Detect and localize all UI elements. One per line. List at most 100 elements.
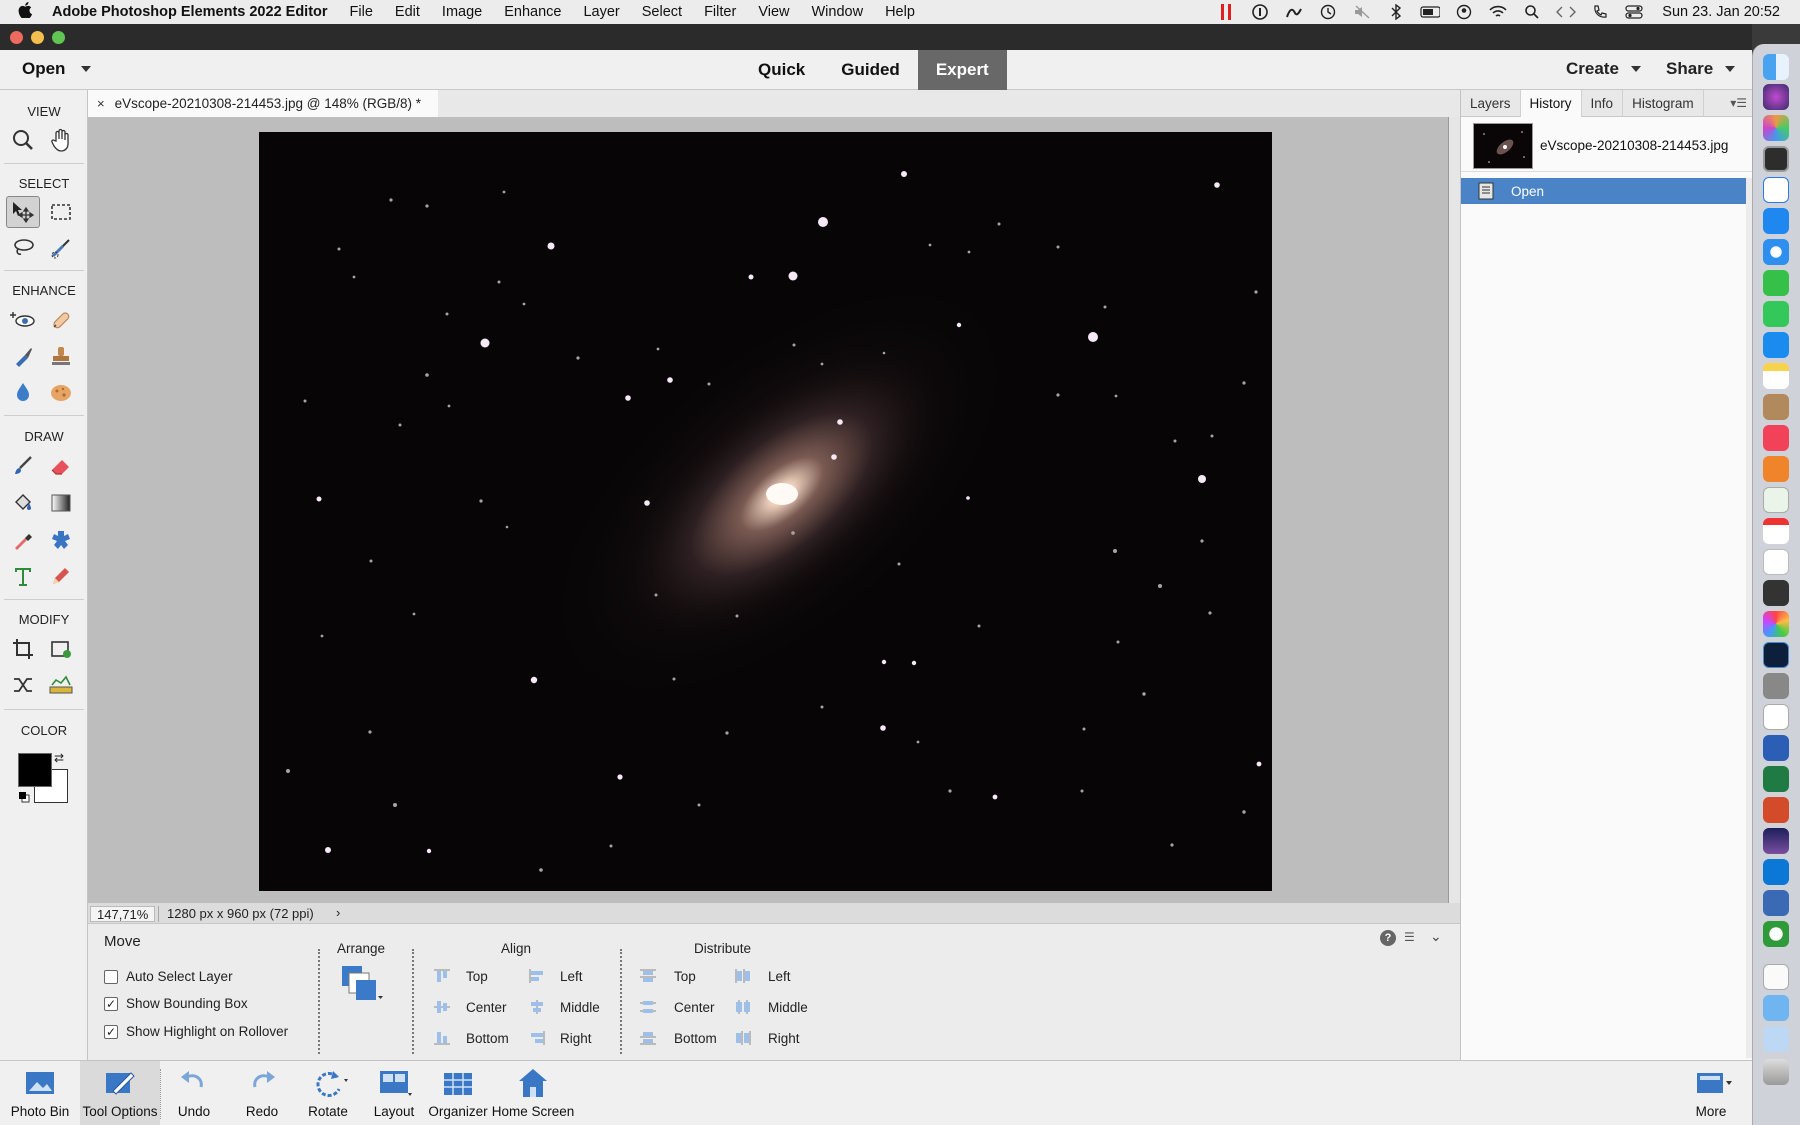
distribute-right-label[interactable]: Right xyxy=(768,1031,800,1046)
redo-button[interactable]: Redo xyxy=(232,1061,292,1125)
history-snapshot[interactable]: eVscope-20210308-214453.jpg xyxy=(1461,120,1753,172)
align-middle-label[interactable]: Middle xyxy=(560,1000,600,1015)
creative-cloud-icon[interactable] xyxy=(1284,5,1304,19)
align-bottom-icon[interactable] xyxy=(433,1030,451,1046)
align-right-label[interactable]: Right xyxy=(560,1031,592,1046)
lasso-tool-icon[interactable] xyxy=(6,232,40,264)
marquee-tool-icon[interactable] xyxy=(44,196,78,228)
crop-tool-icon[interactable] xyxy=(6,633,40,665)
messages-icon[interactable] xyxy=(1763,301,1789,327)
clone-stamp-icon[interactable] xyxy=(44,340,78,372)
align-center-icon[interactable] xyxy=(433,999,451,1015)
documents-folder-icon[interactable] xyxy=(1763,1026,1789,1052)
distribute-bottom-label[interactable]: Bottom xyxy=(674,1031,717,1046)
excel-icon[interactable] xyxy=(1763,766,1789,792)
align-top-label[interactable]: Top xyxy=(466,969,488,984)
user-icon[interactable] xyxy=(1454,4,1474,20)
wifi-icon[interactable] xyxy=(1488,5,1508,19)
galaxy-photo[interactable] xyxy=(259,132,1272,891)
menu-select[interactable]: Select xyxy=(642,4,682,20)
chevron-right-icon[interactable]: › xyxy=(336,905,340,920)
canvas-vertical-scrollbar[interactable] xyxy=(1448,117,1460,903)
auto-select-layer-checkbox[interactable] xyxy=(104,970,118,984)
apple-menu-icon[interactable] xyxy=(18,1,44,23)
phone-icon[interactable] xyxy=(1590,5,1610,19)
menu-view[interactable]: View xyxy=(758,4,789,20)
tab-history[interactable]: History xyxy=(1520,90,1582,117)
books-icon[interactable] xyxy=(1763,456,1789,482)
password-manager-icon[interactable] xyxy=(1250,4,1270,20)
app-name[interactable]: Adobe Photoshop Elements 2022 Editor xyxy=(52,4,328,20)
app-store-icon[interactable] xyxy=(1763,208,1789,234)
tab-histogram[interactable]: Histogram xyxy=(1623,90,1704,117)
panel-menu-icon[interactable]: ▾☰ xyxy=(1730,96,1747,110)
battery-icon[interactable] xyxy=(1420,5,1441,19)
finder-icon[interactable] xyxy=(1763,54,1789,80)
align-center-label[interactable]: Center xyxy=(466,1000,507,1015)
straighten-tool-icon[interactable] xyxy=(44,669,78,701)
menu-layer[interactable]: Layer xyxy=(583,4,619,20)
mail-icon[interactable] xyxy=(1763,332,1789,358)
close-document-icon[interactable]: × xyxy=(97,96,105,111)
blur-tool-icon[interactable] xyxy=(6,376,40,408)
document-stack-icon[interactable] xyxy=(1763,964,1789,990)
align-bottom-label[interactable]: Bottom xyxy=(466,1031,509,1046)
calculator-icon[interactable] xyxy=(1763,673,1789,699)
distribute-middle-label[interactable]: Middle xyxy=(768,1000,808,1015)
tool-options-button[interactable]: Tool Options xyxy=(80,1061,160,1125)
help-icon[interactable]: ? xyxy=(1380,930,1396,946)
foreground-color-swatch[interactable] xyxy=(18,753,52,787)
swap-colors-icon[interactable]: ⇄ xyxy=(54,751,64,765)
maps-icon[interactable] xyxy=(1763,487,1789,513)
close-window-icon[interactable] xyxy=(10,30,23,44)
brush-tool-icon[interactable] xyxy=(6,450,40,482)
menu-image[interactable]: Image xyxy=(442,4,482,20)
gradient-tool-icon[interactable] xyxy=(44,487,78,519)
more-button[interactable]: More xyxy=(1684,1061,1738,1125)
quick-selection-tool-icon[interactable] xyxy=(44,232,78,264)
refresh-app-icon[interactable] xyxy=(1763,921,1789,947)
align-left-label[interactable]: Left xyxy=(560,969,583,984)
zoom-tool-icon[interactable] xyxy=(6,124,40,156)
distribute-top-icon[interactable] xyxy=(639,968,657,984)
menu-file[interactable]: File xyxy=(350,4,373,20)
safari-icon[interactable] xyxy=(1763,239,1789,265)
align-top-icon[interactable] xyxy=(433,968,451,984)
menu-enhance[interactable]: Enhance xyxy=(504,4,561,20)
photo-bin-button[interactable]: Photo Bin xyxy=(0,1061,80,1125)
photos-icon[interactable] xyxy=(1763,611,1789,637)
collapse-chevron-icon[interactable]: ⌄ xyxy=(1430,928,1442,945)
red-eye-tool-icon[interactable] xyxy=(6,304,40,336)
spotlight-icon[interactable] xyxy=(1522,5,1542,19)
recompose-tool-icon[interactable] xyxy=(44,633,78,665)
rotate-button[interactable]: Rotate xyxy=(298,1061,358,1125)
menu-filter[interactable]: Filter xyxy=(704,4,736,20)
reminders-icon[interactable] xyxy=(1763,549,1789,575)
1password-icon[interactable] xyxy=(1763,177,1789,203)
type-tool-icon[interactable] xyxy=(6,560,40,592)
pencil-tool-icon[interactable] xyxy=(44,560,78,592)
tab-guided[interactable]: Guided xyxy=(823,50,918,90)
move-tool-icon[interactable] xyxy=(6,196,40,228)
mission-control-icon[interactable] xyxy=(1763,146,1789,172)
textedit-icon[interactable] xyxy=(1763,704,1789,730)
mute-icon[interactable] xyxy=(1352,5,1372,19)
photo-booth-icon[interactable] xyxy=(1763,580,1789,606)
align-middle-icon[interactable] xyxy=(528,999,546,1015)
default-colors-icon[interactable] xyxy=(18,790,30,803)
sponge-tool-icon[interactable] xyxy=(44,376,78,408)
distribute-middle-icon[interactable] xyxy=(734,999,752,1015)
show-bounding-box-checkbox[interactable]: ✓ xyxy=(104,997,118,1011)
layout-button[interactable]: Layout xyxy=(364,1061,424,1125)
align-left-icon[interactable] xyxy=(528,968,546,984)
undo-button[interactable]: Undo xyxy=(164,1061,224,1125)
control-center-icon[interactable] xyxy=(1624,5,1644,19)
menubar-clock[interactable]: Sun 23. Jan 20:52 xyxy=(1662,4,1780,20)
tab-info[interactable]: Info xyxy=(1582,90,1624,117)
arrange-dropdown[interactable] xyxy=(340,964,388,1006)
home-screen-button[interactable]: Home Screen xyxy=(490,1061,576,1125)
facetime-icon[interactable] xyxy=(1763,270,1789,296)
notes-icon[interactable] xyxy=(1763,363,1789,389)
contacts-icon[interactable] xyxy=(1763,394,1789,420)
show-highlight-checkbox[interactable]: ✓ xyxy=(104,1025,118,1039)
